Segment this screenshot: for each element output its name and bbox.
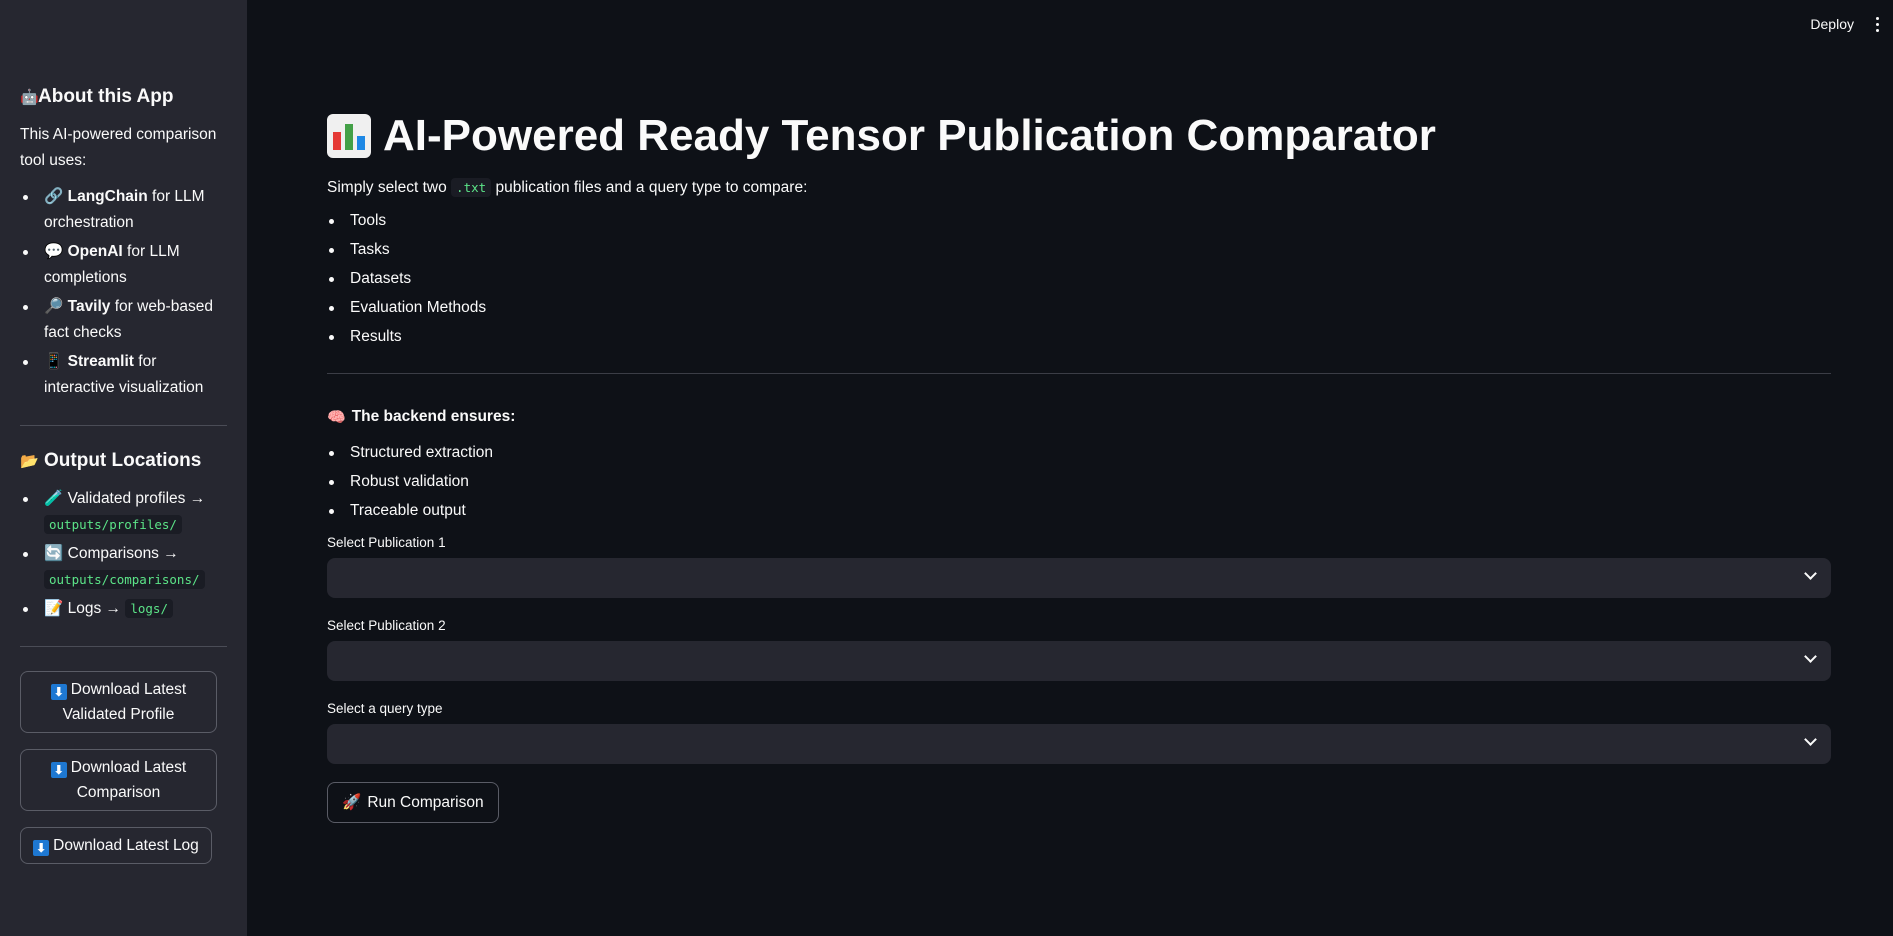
backend-heading: 🧠 The backend ensures: <box>327 408 516 426</box>
select-query-type[interactable] <box>327 724 1831 764</box>
topbar: Deploy <box>1810 0 1893 48</box>
sidebar-divider-2 <box>20 646 227 647</box>
list-item: Traceable output <box>327 496 1831 525</box>
list-item-comparisons: 🔄 Comparisons → outputs/comparisons/ <box>20 541 227 593</box>
select-query-type-label: Select a query type <box>327 701 443 716</box>
more-menu-icon[interactable] <box>1872 16 1883 32</box>
memo-icon: 📝 <box>44 600 64 617</box>
folder-icon: 📂 <box>20 453 39 470</box>
select-publication-2-label: Select Publication 2 <box>327 618 446 633</box>
bar-chart-icon <box>327 114 371 158</box>
chevron-down-icon <box>1804 650 1817 663</box>
path-logs: logs/ <box>125 599 173 618</box>
download-icon: ⬇ <box>50 684 67 700</box>
rocket-icon: 🚀 <box>342 794 362 811</box>
list-item: Tools <box>327 206 1831 235</box>
sidebar-divider <box>20 425 227 426</box>
outputs-list: 🧪 Validated profiles → outputs/profiles/… <box>20 486 227 622</box>
download-icon: ⬇ <box>33 840 50 856</box>
list-item-langchain: 🔗 LangChain for LLM orchestration <box>20 184 227 236</box>
list-item: Structured extraction <box>327 438 1831 467</box>
select-publication-2[interactable] <box>327 641 1831 681</box>
path-profiles: outputs/profiles/ <box>44 515 182 534</box>
list-item-logs: 📝 Logs → logs/ <box>20 596 227 622</box>
list-item: Robust validation <box>327 467 1831 496</box>
about-heading: 🤖 About this App <box>20 86 174 107</box>
tools-list: 🔗 LangChain for LLM orchestration 💬 Open… <box>20 184 227 401</box>
run-comparison-button[interactable]: 🚀 Run Comparison <box>327 782 499 823</box>
page-title: AI-Powered Ready Tensor Publication Comp… <box>327 110 1831 162</box>
brain-icon: 🧠 <box>327 409 346 426</box>
test-tube-icon: 🧪 <box>44 490 64 507</box>
list-item-tavily: 🔎 Tavily for web-based fact checks <box>20 294 227 346</box>
output-heading: 📂 Output Locations <box>20 450 202 471</box>
app: 🤖 About this App This AI-powered compari… <box>0 0 1893 936</box>
download-icon: ⬇ <box>50 762 67 778</box>
list-item-openai: 💬 OpenAI for LLM completions <box>20 239 227 291</box>
download-log-button[interactable]: ⬇ Download Latest Log <box>20 827 212 864</box>
chevron-down-icon <box>1804 567 1817 580</box>
main-content: AI-Powered Ready Tensor Publication Comp… <box>327 110 1831 823</box>
sidebar: 🤖 About this App This AI-powered compari… <box>0 0 247 936</box>
intro-text: Simply select two .txt publication files… <box>327 178 808 197</box>
path-comparisons: outputs/comparisons/ <box>44 570 205 589</box>
deploy-button[interactable]: Deploy <box>1810 16 1854 32</box>
select-publication-1[interactable] <box>327 558 1831 598</box>
robot-icon: 🤖 <box>20 89 39 106</box>
list-item: Results <box>327 322 1831 351</box>
link-icon: 🔗 <box>44 188 64 205</box>
backend-list: Structured extraction Robust validation … <box>327 438 1831 525</box>
list-item: Evaluation Methods <box>327 293 1831 322</box>
list-item-profiles: 🧪 Validated profiles → outputs/profiles/ <box>20 486 227 538</box>
list-item: Tasks <box>327 235 1831 264</box>
select-publication-1-label: Select Publication 1 <box>327 535 446 550</box>
chevron-down-icon <box>1804 733 1817 746</box>
list-item: Datasets <box>327 264 1831 293</box>
refresh-icon: 🔄 <box>44 545 64 562</box>
download-comparison-button[interactable]: ⬇ Download Latest Comparison <box>20 749 217 811</box>
phone-icon: 📱 <box>44 353 64 370</box>
list-item-streamlit: 📱 Streamlit for interactive visualizatio… <box>20 349 227 401</box>
query-types-list: Tools Tasks Datasets Evaluation Methods … <box>327 206 1831 351</box>
speech-bubble-icon: 💬 <box>44 243 64 260</box>
download-profile-button[interactable]: ⬇ Download Latest Validated Profile <box>20 671 217 733</box>
about-text: This AI-powered comparison tool uses: <box>20 126 217 169</box>
magnifier-icon: 🔎 <box>44 298 64 315</box>
txt-code: .txt <box>451 178 492 197</box>
section-divider <box>327 373 1831 374</box>
